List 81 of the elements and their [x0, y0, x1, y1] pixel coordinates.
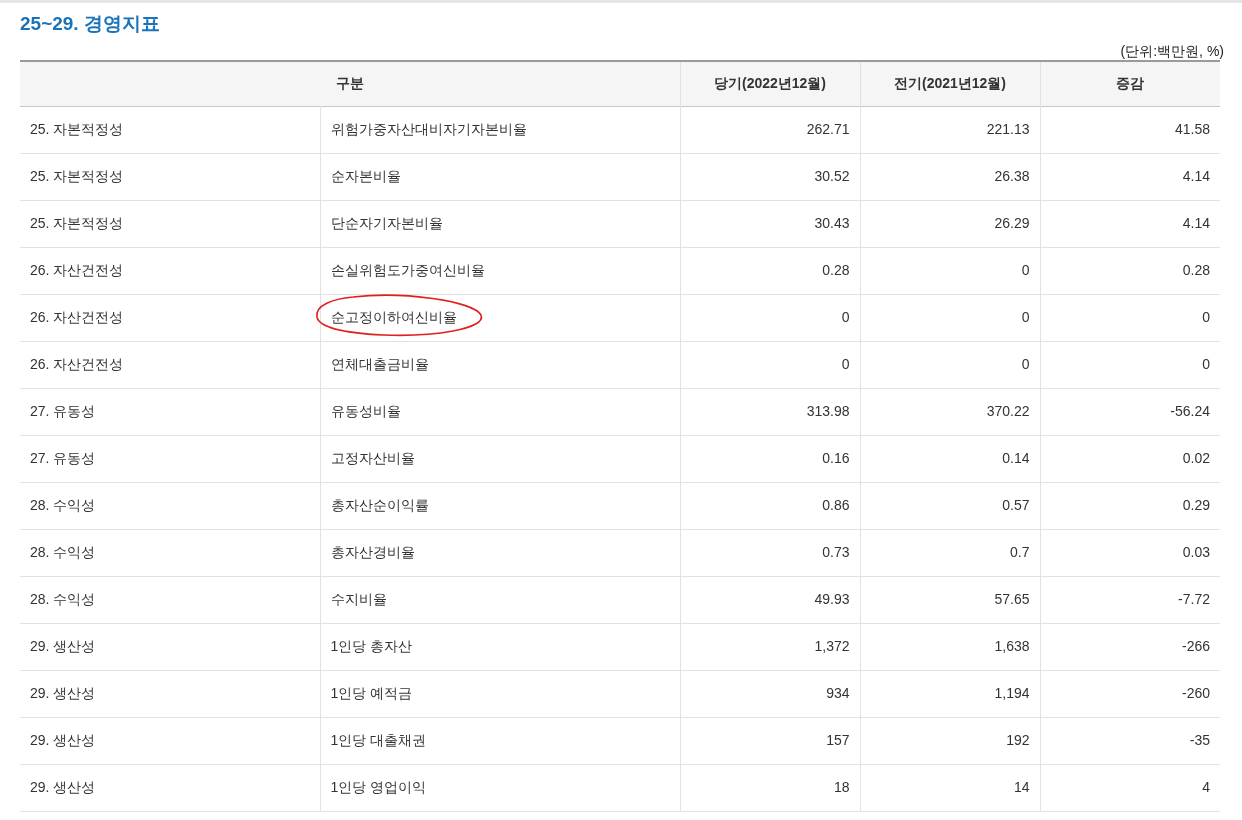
table-cell: 25. 자본적정성 — [20, 106, 320, 153]
table-cell: 1,372 — [680, 623, 860, 670]
table-cell: 26. 자산건전성 — [20, 294, 320, 341]
table-cell: 1인당 예적금 — [330, 685, 413, 701]
column-header: 구분 — [20, 61, 680, 106]
table-cell: 순고정이하여신비율 — [330, 309, 457, 325]
table-cell: 0 — [680, 341, 860, 388]
table-cell: 30.52 — [680, 153, 860, 200]
table-cell: 18 — [680, 764, 860, 811]
column-header: 전기(2021년12월) — [860, 61, 1040, 106]
table-cell: 손실위험도가중여신비율 — [330, 262, 485, 278]
table-cell: 14 — [860, 764, 1040, 811]
table-cell: 0.57 — [860, 482, 1040, 529]
table-cell: 313.98 — [680, 388, 860, 435]
table-cell: 0 — [860, 294, 1040, 341]
table-cell: 30.43 — [680, 200, 860, 247]
table-cell: 4 — [1040, 764, 1220, 811]
table-cell: 0.16 — [680, 435, 860, 482]
table-cell: 29. 생산성 — [20, 670, 320, 717]
table-cell: 25. 자본적정성 — [20, 200, 320, 247]
table-cell: 28. 수익성 — [20, 529, 320, 576]
table-cell: 157 — [680, 717, 860, 764]
table-cell: -7.72 — [1040, 576, 1220, 623]
table-cell: 192 — [860, 717, 1040, 764]
table-cell: 위험가중자산대비자기자본비율 — [330, 121, 527, 137]
table-cell: 0.02 — [1040, 435, 1220, 482]
table-cell: 0 — [1040, 294, 1220, 341]
table-cell: 고정자산비율 — [330, 450, 415, 466]
table-cell: -260 — [1040, 670, 1220, 717]
table-cell: 25. 자본적정성 — [20, 153, 320, 200]
table-cell: 29. 생산성 — [20, 717, 320, 764]
table-cell: 0 — [860, 341, 1040, 388]
table-cell: 0 — [860, 247, 1040, 294]
table-cell: 26.38 — [860, 153, 1040, 200]
table-cell: 0.28 — [1040, 247, 1220, 294]
table-cell: 221.13 — [860, 106, 1040, 153]
table-cell: 0 — [680, 294, 860, 341]
section-title: 25~29. 경영지표 — [20, 12, 160, 36]
table-cell: 1인당 영업이익 — [330, 779, 427, 795]
table-cell: 0.7 — [860, 529, 1040, 576]
table-cell: 0.14 — [860, 435, 1040, 482]
table-cell: 총자산경비율 — [330, 544, 415, 560]
table-cell: 27. 유동성 — [20, 435, 320, 482]
table-cell: 수지비율 — [330, 591, 387, 607]
table-cell: 0.29 — [1040, 482, 1220, 529]
table-cell: 총자산순이익률 — [330, 497, 429, 513]
table-cell: 0.03 — [1040, 529, 1220, 576]
table-cell: 순자본비율 — [330, 168, 401, 184]
table-cell: 단순자기자본비율 — [330, 215, 443, 231]
table-cell: 유동성비율 — [330, 403, 401, 419]
table-cell: 1인당 대출채권 — [330, 732, 427, 748]
table-cell: -35 — [1040, 717, 1220, 764]
table-cell: 연체대출금비율 — [330, 356, 429, 372]
table-cell: 28. 수익성 — [20, 482, 320, 529]
table-cell: 0.73 — [680, 529, 860, 576]
table-cell: -266 — [1040, 623, 1220, 670]
table-cell: 4.14 — [1040, 153, 1220, 200]
table-cell: 0 — [1040, 341, 1220, 388]
table-cell: 28. 수익성 — [20, 576, 320, 623]
table-cell: 0.28 — [680, 247, 860, 294]
table-cell: 1,638 — [860, 623, 1040, 670]
table-cell: 26. 자산건전성 — [20, 341, 320, 388]
table-cell: 1,194 — [860, 670, 1040, 717]
unit-note: (단위:백만원, %) — [1120, 42, 1224, 60]
table-cell: 370.22 — [860, 388, 1040, 435]
table-cell: 49.93 — [680, 576, 860, 623]
table-cell: 0.86 — [680, 482, 860, 529]
table-cell: 1인당 총자산 — [330, 638, 413, 654]
table-cell: 29. 생산성 — [20, 623, 320, 670]
table-cell: 41.58 — [1040, 106, 1220, 153]
table-cell: 4.14 — [1040, 200, 1220, 247]
table-cell: 26. 자산건전성 — [20, 247, 320, 294]
column-header: 당기(2022년12월) — [680, 61, 860, 106]
table-cell: 26.29 — [860, 200, 1040, 247]
column-header: 증감 — [1040, 61, 1220, 106]
table-cell: 27. 유동성 — [20, 388, 320, 435]
table-cell: -56.24 — [1040, 388, 1220, 435]
table-cell: 57.65 — [860, 576, 1040, 623]
table-cell: 29. 생산성 — [20, 764, 320, 811]
table-cell: 262.71 — [680, 106, 860, 153]
table-cell: 934 — [680, 670, 860, 717]
